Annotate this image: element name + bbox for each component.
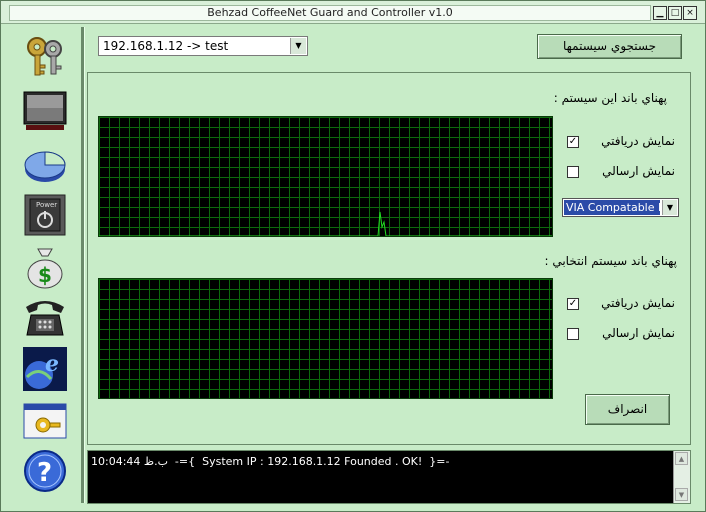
svg-text:e: e bbox=[45, 351, 59, 377]
maximize-button[interactable]: □ bbox=[668, 6, 682, 20]
selected-show-sent-checkbox[interactable] bbox=[567, 328, 579, 340]
money-bag-icon[interactable]: $ bbox=[23, 245, 67, 289]
chevron-down-icon[interactable]: ▼ bbox=[290, 38, 306, 54]
cancel-button[interactable]: انصراف bbox=[585, 394, 670, 425]
keys-icon[interactable] bbox=[23, 35, 67, 79]
power-icon[interactable]: Power bbox=[23, 193, 67, 237]
scroll-up-icon[interactable]: ▲ bbox=[675, 452, 688, 465]
settings-window-icon[interactable] bbox=[23, 399, 67, 443]
selected-system-bandwidth-graph bbox=[98, 278, 553, 399]
selected-show-received-checkbox[interactable]: ✓ bbox=[567, 298, 579, 310]
monitor-icon[interactable] bbox=[23, 89, 67, 133]
selected-system-bandwidth-label: پهناي باند سيستم انتخابي : bbox=[544, 254, 677, 268]
network-adapter-select[interactable]: VIA Compatable Fast ▼ bbox=[562, 198, 679, 217]
svg-text:$: $ bbox=[38, 263, 52, 287]
this-show-received-label: نمايش دريافتي bbox=[601, 134, 675, 148]
sidebar: Power $ e ? bbox=[11, 27, 81, 503]
log-scrollbar[interactable]: ▲ ▼ bbox=[673, 451, 690, 503]
received-traffic-line bbox=[99, 211, 552, 236]
network-adapter-value: VIA Compatable Fast bbox=[564, 200, 660, 215]
help-glyph: ? bbox=[37, 458, 52, 488]
this-system-bandwidth-label: پهناي باند اين سيستم : bbox=[553, 91, 667, 105]
sidebar-divider bbox=[81, 27, 85, 503]
power-label: Power bbox=[36, 201, 57, 209]
scroll-down-icon[interactable]: ▼ bbox=[675, 488, 688, 501]
system-select-value: 192.168.1.12 -> test bbox=[103, 39, 229, 53]
system-select[interactable]: 192.168.1.12 -> test ▼ bbox=[98, 36, 308, 56]
this-show-received-checkbox[interactable]: ✓ bbox=[567, 136, 579, 148]
this-show-sent-label: نمايش ارسالي bbox=[602, 164, 675, 178]
window-title: Behzad CoffeeNet Guard and Controller v1… bbox=[9, 5, 651, 21]
title-bar[interactable]: Behzad CoffeeNet Guard and Controller v1… bbox=[1, 1, 705, 24]
this-system-bandwidth-graph bbox=[98, 116, 553, 237]
chevron-down-icon[interactable]: ▼ bbox=[662, 200, 677, 215]
pie-chart-icon[interactable] bbox=[23, 141, 67, 185]
close-button[interactable]: × bbox=[683, 6, 697, 20]
internet-explorer-icon[interactable]: e bbox=[23, 347, 67, 391]
app-window: Behzad CoffeeNet Guard and Controller v1… bbox=[0, 0, 706, 512]
log-entry: 10:04:44 ب.ظ -={ System IP : 192.168.1.1… bbox=[91, 455, 450, 468]
status-log: 10:04:44 ب.ظ -={ System IP : 192.168.1.1… bbox=[87, 450, 691, 504]
minimize-button[interactable]: ▁ bbox=[653, 6, 667, 20]
help-icon[interactable]: ? bbox=[23, 449, 67, 493]
telephone-icon[interactable] bbox=[23, 295, 67, 339]
selected-show-received-label: نمايش دريافتي bbox=[601, 296, 675, 310]
search-systems-button[interactable]: جستجوي سيستمها bbox=[537, 34, 682, 59]
selected-show-sent-label: نمايش ارسالي bbox=[602, 326, 675, 340]
this-show-sent-checkbox[interactable] bbox=[567, 166, 579, 178]
